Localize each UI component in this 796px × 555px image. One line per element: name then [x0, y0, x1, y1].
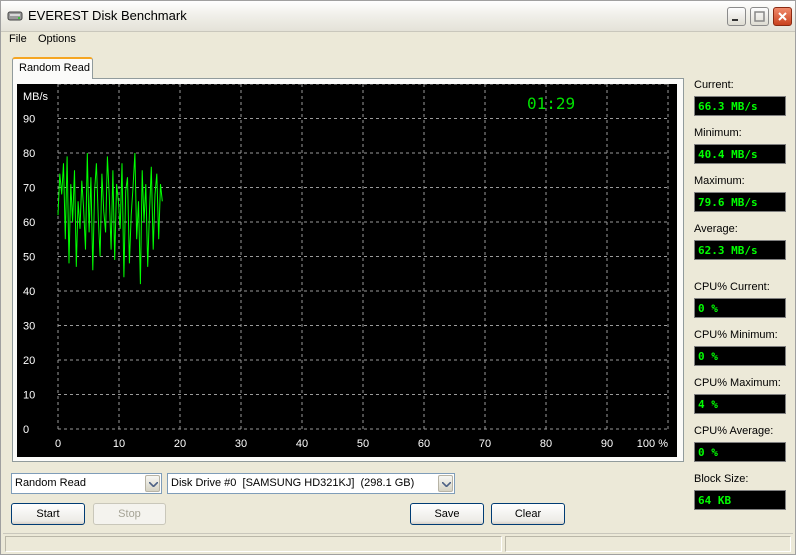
window-title: EVEREST Disk Benchmark: [28, 8, 187, 23]
elapsed-timer: 01:29: [527, 94, 576, 113]
read-speed-series-line: [57, 152, 163, 285]
status-bar: [3, 533, 793, 552]
x-tick-label: 50: [357, 438, 369, 450]
cpu-current-label: CPU% Current:: [694, 281, 770, 293]
y-tick-label: 50: [23, 252, 35, 264]
maximum-label: Maximum:: [694, 175, 745, 187]
close-icon: [778, 12, 787, 21]
y-tick-label: 20: [23, 355, 35, 367]
tab-label: Random Read: [19, 62, 90, 74]
x-tick-label: 30: [235, 438, 247, 450]
y-tick-label: 60: [23, 217, 35, 229]
cpu-minimum-label: CPU% Minimum:: [694, 329, 778, 341]
drive-select[interactable]: Disk Drive #0 [SAMSUNG HD321KJ] (298.1 G…: [167, 473, 455, 494]
current-value: 66.3 MB/s: [694, 96, 786, 116]
test-mode-value: Random Read: [15, 477, 86, 489]
menu-options[interactable]: Options: [36, 33, 78, 45]
block-size-value: 64 KB: [694, 490, 786, 510]
y-tick-label: 30: [23, 321, 35, 333]
menu-file[interactable]: File: [7, 33, 29, 45]
title-bar: EVEREST Disk Benchmark: [1, 1, 795, 32]
cpu-maximum-label: CPU% Maximum:: [694, 377, 781, 389]
y-axis-unit: MB/s: [23, 91, 49, 103]
save-button[interactable]: Save: [410, 503, 484, 525]
cpu-minimum-value: 0 %: [694, 346, 786, 366]
x-tick-label: 10: [113, 438, 125, 450]
current-label: Current:: [694, 79, 734, 91]
disk-icon: [7, 11, 23, 21]
x-tick-label: 20: [174, 438, 186, 450]
minimum-label: Minimum:: [694, 127, 742, 139]
cpu-average-label: CPU% Average:: [694, 425, 774, 437]
maximize-icon: [754, 11, 765, 22]
average-value: 62.3 MB/s: [694, 240, 786, 260]
x-tick-label: 90: [601, 438, 613, 450]
y-tick-label: 70: [23, 183, 35, 195]
benchmark-chart: MB/s 90 80 70 60 50 40 30 20 10 0 0 10 20 30 40 50 60 70 80…: [17, 84, 677, 457]
close-button[interactable]: [773, 7, 792, 26]
average-label: Average:: [694, 223, 738, 235]
y-tick-label: 0: [23, 424, 29, 436]
chart-svg: MB/s 90 80 70 60 50 40 30 20 10 0 0 10 20 30 40 50 60 70 80…: [23, 84, 669, 450]
x-tick-label: 40: [296, 438, 308, 450]
minimize-icon: [732, 19, 738, 21]
app-window: EVEREST Disk Benchmark File Options Rand…: [0, 0, 796, 555]
maximum-value: 79.6 MB/s: [694, 192, 786, 212]
cpu-maximum-value: 4 %: [694, 394, 786, 414]
test-mode-dropdown-button[interactable]: [145, 475, 160, 492]
status-pane-secondary: [505, 536, 791, 552]
maximize-button[interactable]: [750, 7, 769, 26]
y-tick-label: 90: [23, 114, 35, 126]
stop-button[interactable]: Stop: [93, 503, 166, 525]
tab-random-read[interactable]: Random Read: [12, 57, 93, 79]
chevron-down-icon: [149, 482, 158, 487]
x-tick-label: 60: [418, 438, 430, 450]
drive-dropdown-button[interactable]: [438, 475, 453, 492]
x-tick-label: 80: [540, 438, 552, 450]
clear-button[interactable]: Clear: [491, 503, 565, 525]
status-pane-main: [5, 536, 502, 552]
y-tick-label: 40: [23, 286, 35, 298]
test-mode-select[interactable]: Random Read: [11, 473, 162, 494]
menu-bar: File Options: [1, 32, 795, 50]
y-tick-label: 10: [23, 390, 35, 402]
x-tick-label: 100 %: [637, 438, 668, 450]
x-tick-label: 0: [55, 438, 61, 450]
block-size-label: Block Size:: [694, 473, 749, 485]
drive-value: Disk Drive #0 [SAMSUNG HD321KJ] (298.1 G…: [171, 477, 415, 489]
minimum-value: 40.4 MB/s: [694, 144, 786, 164]
cpu-current-value: 0 %: [694, 298, 786, 318]
chevron-down-icon: [442, 482, 451, 487]
y-tick-label: 80: [23, 148, 35, 160]
cpu-average-value: 0 %: [694, 442, 786, 462]
minimize-button[interactable]: [727, 7, 746, 26]
x-tick-label: 70: [479, 438, 491, 450]
start-button[interactable]: Start: [11, 503, 85, 525]
